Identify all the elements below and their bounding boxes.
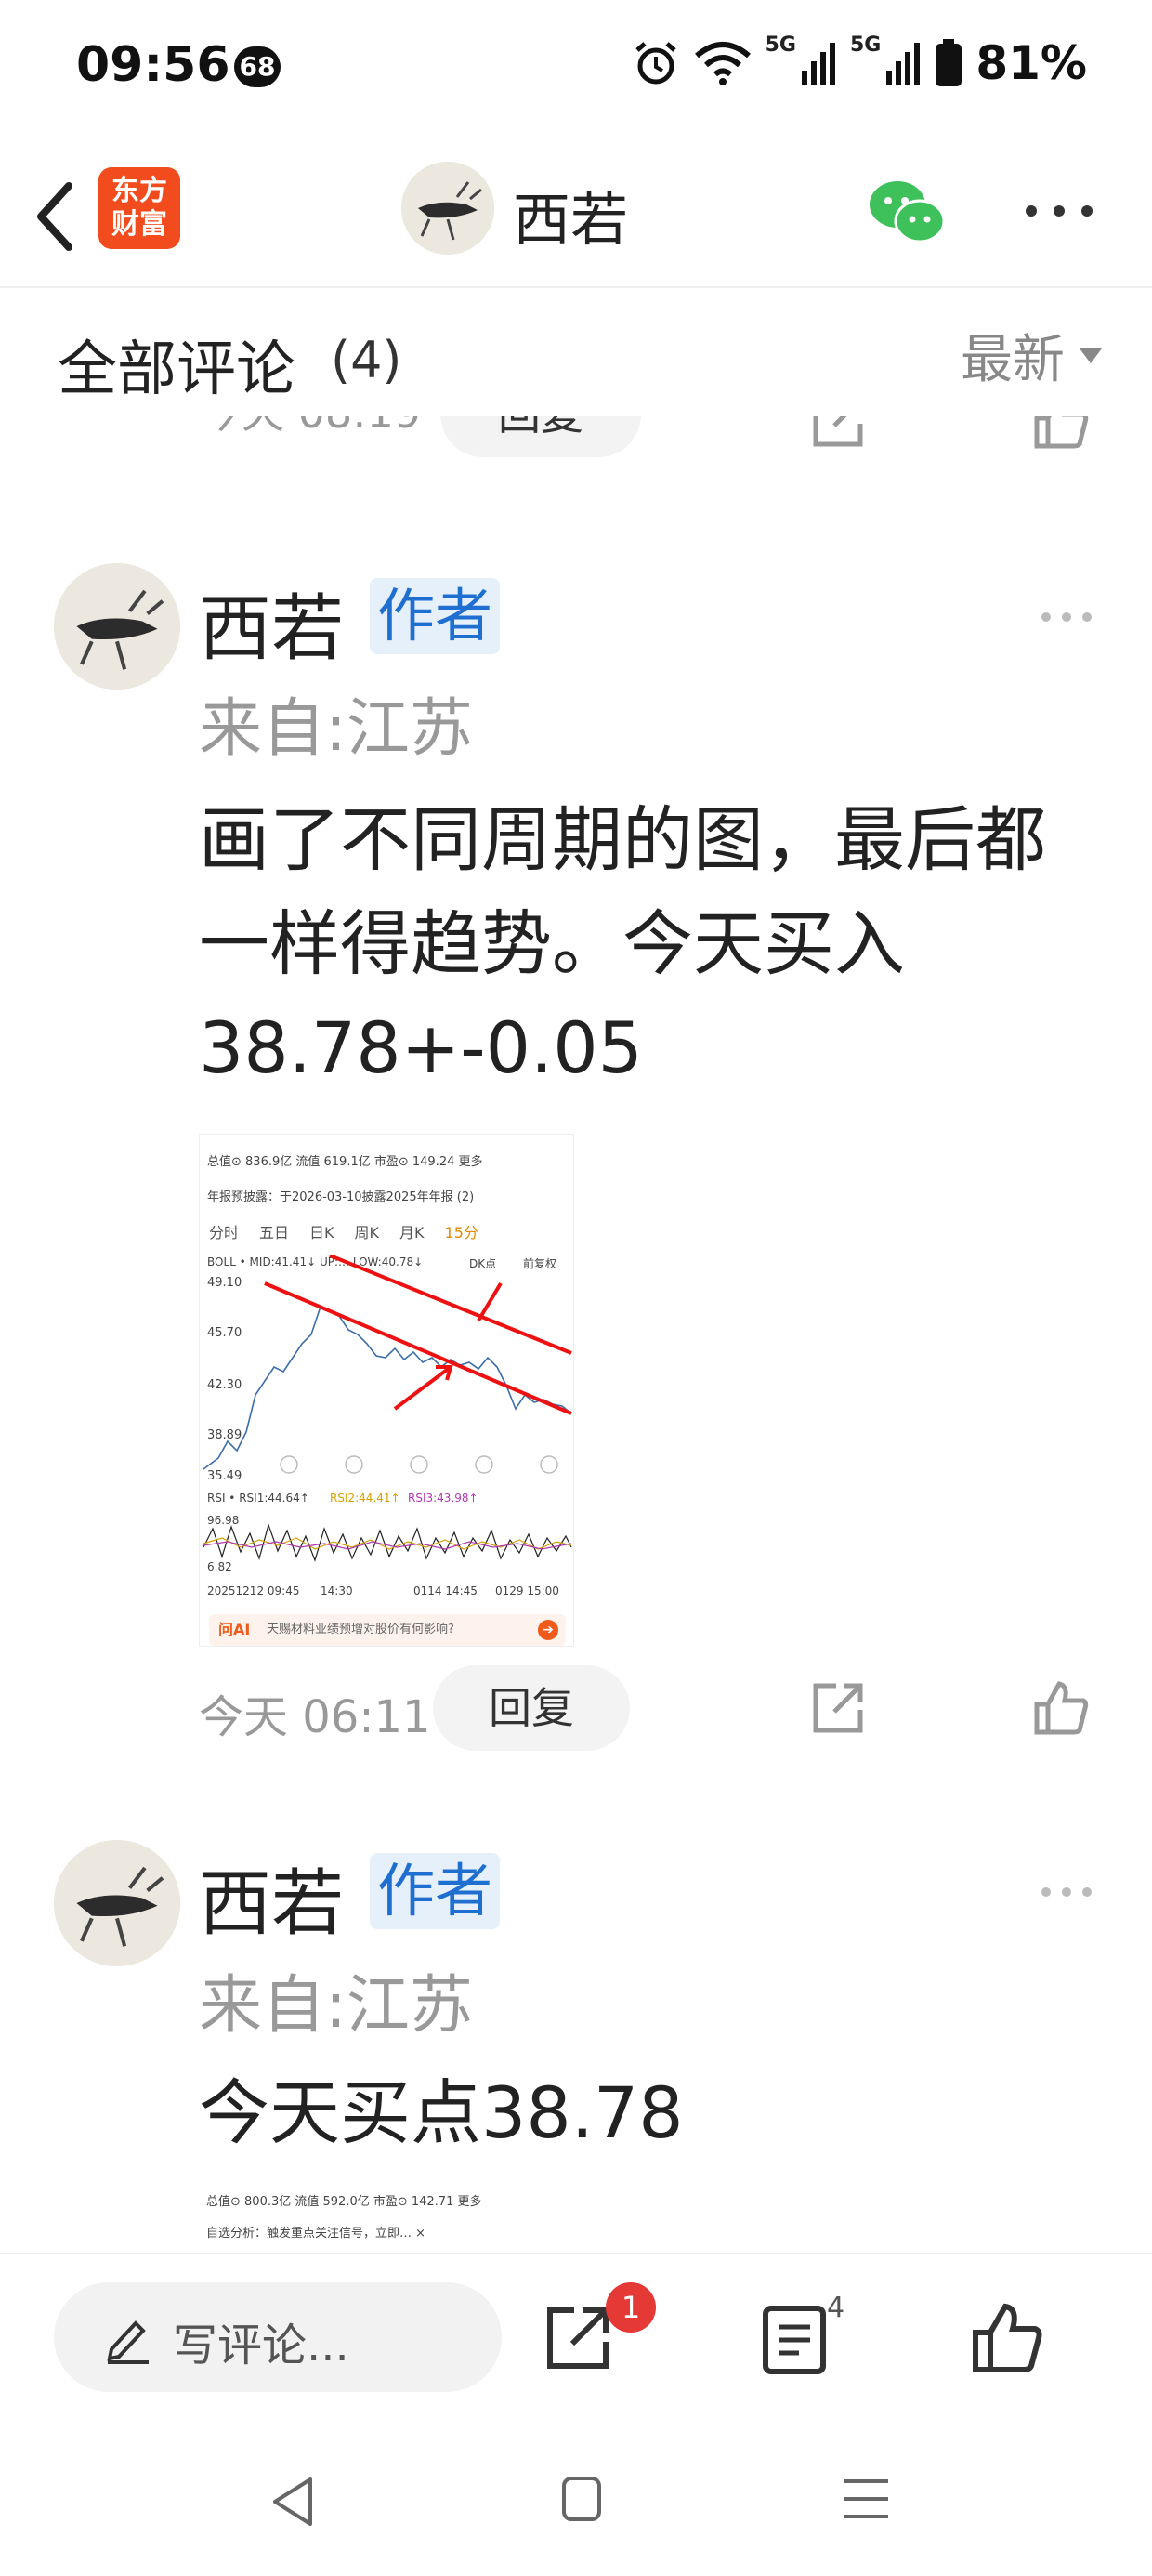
tab-daily-k: 日K bbox=[309, 1224, 334, 1242]
like-icon[interactable] bbox=[970, 2301, 1044, 2375]
share-icon[interactable] bbox=[808, 1678, 868, 1738]
status-time: 09:56 bbox=[76, 37, 230, 93]
app-logo[interactable]: 东方 财富 bbox=[98, 167, 180, 249]
nav-back-icon[interactable] bbox=[269, 2476, 316, 2528]
author-badge: 作者 bbox=[370, 578, 500, 654]
arrow-right-icon: ➔ bbox=[538, 1620, 558, 1640]
comment-location: 来自:江苏 bbox=[199, 1969, 473, 2043]
tab-monthly-k: 月K bbox=[399, 1224, 425, 1242]
comment-more-icon[interactable] bbox=[1039, 608, 1094, 626]
wifi-icon bbox=[694, 42, 751, 85]
comment-image-attachment[interactable]: 总值⊙ 836.9亿 流值 619.1亿 市盈⊙ 149.24 更多 年报预披露… bbox=[199, 1134, 574, 1647]
share-count-badge: 1 bbox=[606, 2282, 656, 2333]
chart-controls bbox=[280, 1455, 558, 1474]
sort-label: 最新 bbox=[961, 330, 1065, 390]
rsi-chart-drawing bbox=[203, 1523, 572, 1562]
wechat-share-icon[interactable] bbox=[866, 175, 949, 249]
bottom-action-bar: 写评论... 1 4 bbox=[0, 2253, 1152, 2398]
comment-image-attachment[interactable]: 总值⊙ 800.3亿 流值 592.0亿 市盈⊙ 142.71 更多 自选分析：… bbox=[199, 2186, 574, 2253]
pencil-icon bbox=[107, 2320, 149, 2364]
period-tabs: 分时 五日 日K 周K 月K 15分 bbox=[200, 1215, 573, 1248]
tab-15min: 15分 bbox=[444, 1224, 478, 1242]
comments-title: 全部评论 bbox=[58, 335, 295, 404]
ai-suggestion-bar: 问AI 天赐材料业绩预增对股价有何影响? ➔ bbox=[209, 1614, 566, 1646]
comment-content: 今天买点38.78 bbox=[199, 2071, 684, 2154]
trend-line bbox=[329, 1255, 572, 1355]
ink-painting-avatar-icon bbox=[54, 563, 180, 690]
write-comment-input[interactable]: 写评论... bbox=[54, 2282, 502, 2392]
arrow-line bbox=[477, 1281, 503, 1322]
notification-count-badge: 68 bbox=[234, 46, 281, 87]
status-bar: 09:56 68 5G 5G 81% bbox=[0, 0, 1152, 139]
sort-dropdown[interactable]: 最新 bbox=[961, 318, 1102, 393]
system-nav-bar bbox=[0, 2416, 1152, 2576]
comments-count: (4) bbox=[331, 331, 402, 389]
reply-button[interactable]: 回复 bbox=[440, 416, 641, 457]
share-icon[interactable] bbox=[808, 416, 868, 452]
ai-question: 天赐材料业绩预增对股价有何影响? bbox=[267, 1623, 454, 1636]
comment-author-name[interactable]: 西若 bbox=[199, 1846, 344, 1950]
comment-more-icon[interactable] bbox=[1039, 1883, 1094, 1901]
avatar[interactable] bbox=[54, 1840, 180, 1966]
avatar[interactable] bbox=[54, 563, 180, 690]
comment-count: 4 bbox=[827, 2292, 845, 2324]
x-label: 14:30 bbox=[321, 1584, 353, 1597]
share-icon[interactable] bbox=[541, 2301, 615, 2375]
signal-icon-1 bbox=[801, 43, 835, 85]
more-options-icon[interactable] bbox=[1022, 197, 1096, 225]
write-comment-placeholder: 写评论... bbox=[173, 2320, 349, 2372]
tab-five-day: 五日 bbox=[259, 1224, 290, 1242]
rsi3-value: RSI3:43.98↑ bbox=[408, 1492, 478, 1505]
self-analysis-row: 自选分析：触发重点关注信号，立即… × bbox=[206, 2227, 426, 2241]
price-chart-drawing bbox=[203, 1255, 572, 1474]
author-badge: 作者 bbox=[370, 1853, 500, 1929]
rsi2-value: RSI2:44.41↑ bbox=[330, 1492, 400, 1505]
trend-line bbox=[264, 1281, 572, 1415]
nav-recents-icon[interactable] bbox=[842, 2477, 890, 2520]
stock-valuation-row: 总值⊙ 800.3亿 流值 592.0亿 市盈⊙ 142.71 更多 bbox=[206, 2195, 482, 2209]
x-label: 0114 14:45 bbox=[413, 1584, 478, 1597]
reply-button[interactable]: 回复 bbox=[433, 1665, 630, 1751]
comment-content: 画了不同周期的图，最后都一样得趋势。今天买入38.78+-0.05 bbox=[199, 798, 1046, 1089]
rsi-indicator: RSI • RSI1:44.64↑ bbox=[207, 1492, 309, 1505]
network-type-1: 5G bbox=[765, 33, 796, 57]
like-icon[interactable] bbox=[1031, 416, 1091, 452]
tab-intraday: 分时 bbox=[209, 1224, 240, 1242]
ink-painting-avatar-icon bbox=[54, 1840, 180, 1966]
signal-icon-2 bbox=[886, 43, 921, 85]
page-title: 西若 bbox=[513, 186, 629, 254]
comment-location: 来自:江苏 bbox=[199, 692, 473, 766]
dropdown-triangle-icon bbox=[1080, 348, 1102, 363]
status-icons: 5G 5G 81% bbox=[632, 33, 1087, 93]
x-label: 20251212 09:45 bbox=[207, 1584, 300, 1597]
arrow-line bbox=[393, 1365, 452, 1411]
comment-time: 今天 08:19 bbox=[199, 416, 421, 440]
stock-valuation-row: 总值⊙ 836.9亿 流值 619.1亿 市盈⊙ 149.24 更多 bbox=[207, 1155, 483, 1169]
ink-painting-avatar-icon bbox=[401, 162, 494, 255]
like-icon[interactable] bbox=[1031, 1678, 1091, 1738]
battery-percent: 81% bbox=[975, 36, 1087, 90]
back-arrow-icon[interactable] bbox=[28, 175, 84, 258]
battery-icon bbox=[936, 39, 962, 86]
nav-home-icon[interactable] bbox=[561, 2476, 602, 2522]
comment-list-icon[interactable] bbox=[762, 2305, 827, 2375]
top-nav: 东方 财富 西若 bbox=[0, 149, 1152, 288]
comment-time: 今天 06:11 bbox=[199, 1691, 431, 1743]
previous-comment-actions: 今天 08:19 回复 bbox=[0, 416, 1152, 472]
x-label: 0129 15:00 bbox=[495, 1584, 559, 1597]
alarm-icon bbox=[635, 42, 676, 85]
report-notice-row: 年报预披露：于2026-03-10披露2025年年报 (2) bbox=[207, 1190, 475, 1204]
ai-logo: 问AI bbox=[218, 1621, 251, 1638]
comments-section-header: 全部评论 (4) 最新 bbox=[0, 290, 1152, 429]
tab-weekly-k: 周K bbox=[354, 1224, 380, 1242]
comment-author-name[interactable]: 西若 bbox=[199, 571, 344, 675]
network-type-2: 5G bbox=[849, 33, 882, 57]
header-avatar[interactable] bbox=[401, 162, 494, 255]
